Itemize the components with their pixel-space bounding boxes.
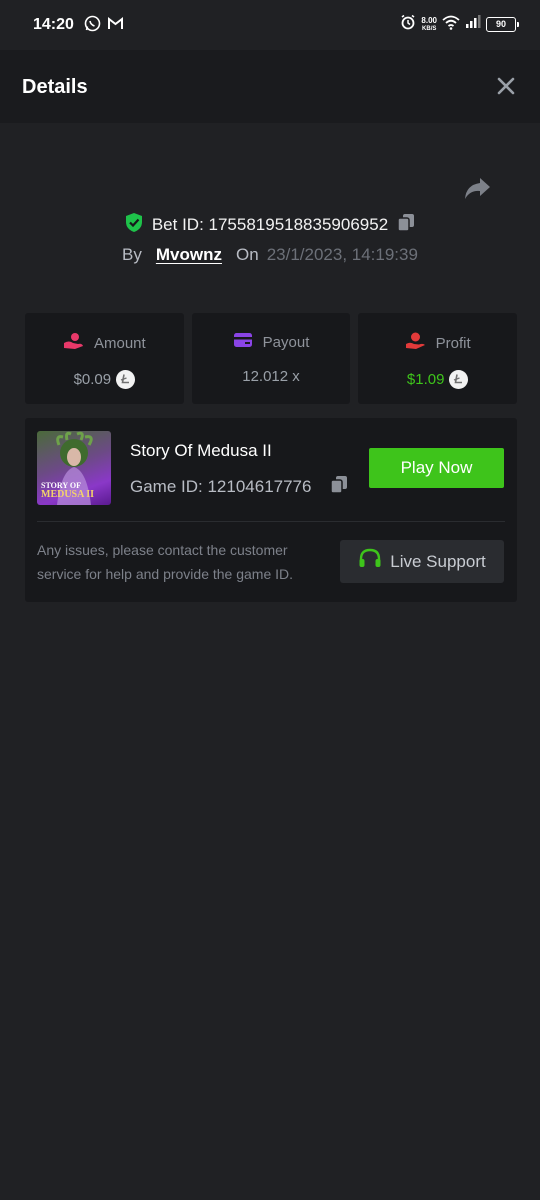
stat-payout: Payout 12.012 x (191, 313, 351, 404)
alarm-icon (400, 14, 416, 35)
close-button[interactable] (496, 76, 516, 96)
stat-label: Payout (262, 333, 310, 351)
stat-label: Amount (93, 334, 146, 352)
thumb-title-line2: MEDUSA II (41, 489, 95, 500)
stat-profit: Profit $1.09 (358, 313, 518, 404)
litecoin-icon (116, 370, 136, 389)
by-label: By (122, 245, 142, 264)
page-title: Details (22, 76, 88, 98)
hand-coins-icon (63, 332, 84, 354)
stat-amount: Amount $0.09 (25, 313, 184, 404)
copy-icon (330, 476, 348, 494)
litecoin-icon (449, 370, 469, 389)
game-card: STORY OF MEDUSA II Story Of Medusa II Ga… (25, 418, 517, 602)
username-link[interactable]: Mvownz (156, 245, 222, 265)
battery-icon: 90 (486, 17, 519, 32)
stat-value: 12.012 x (242, 368, 300, 385)
game-id: Game ID: 12104617776 (130, 477, 312, 496)
bet-id-row: Bet ID: 1755819518835906952 (0, 212, 540, 238)
details-header: Details (0, 50, 540, 123)
divider (37, 521, 505, 522)
live-support-button[interactable]: Live Support (340, 540, 504, 583)
play-now-button[interactable]: Play Now (369, 448, 504, 488)
bet-date: 23/1/2023, 14:19:39 (266, 245, 418, 264)
copy-icon (397, 214, 415, 232)
on-label: On (236, 245, 259, 264)
stat-value: $0.09 (73, 371, 112, 388)
stat-value: $1.09 (406, 371, 445, 388)
game-thumbnail[interactable]: STORY OF MEDUSA II (37, 431, 111, 505)
copy-game-id-button[interactable] (329, 474, 349, 500)
close-icon (497, 77, 515, 95)
bet-by-row: By Mvownz On 23/1/2023, 14:19:39 (0, 245, 540, 265)
net-speed-unit: KB/S (422, 25, 437, 32)
whatsapp-icon (84, 15, 101, 37)
support-notice: Any issues, please contact the customer … (37, 542, 294, 582)
signal-icon (465, 15, 481, 34)
share-icon (465, 178, 490, 199)
copy-bet-id-button[interactable] (396, 212, 416, 238)
live-support-label: Live Support (390, 551, 486, 571)
status-time: 14:20 (33, 16, 74, 33)
game-name: Story Of Medusa II (130, 441, 272, 460)
hand-money-icon (405, 332, 426, 354)
share-button[interactable] (462, 174, 492, 202)
bet-stats: Amount $0.09 Payout 12.012 x Profit $1.0… (25, 313, 518, 404)
net-speed: 8.00 KB/S (421, 15, 437, 33)
gmail-icon (107, 15, 124, 37)
headset-icon (358, 548, 382, 575)
verified-shield-icon (124, 212, 144, 238)
wifi-icon (442, 15, 460, 35)
stat-label: Profit (435, 334, 471, 352)
status-bar: 14:20 8.00 KB/S 90 (0, 0, 540, 50)
bet-id: Bet ID: 1755819518835906952 (151, 215, 389, 234)
net-speed-value: 8.00 (421, 15, 437, 25)
card-icon (233, 332, 253, 352)
